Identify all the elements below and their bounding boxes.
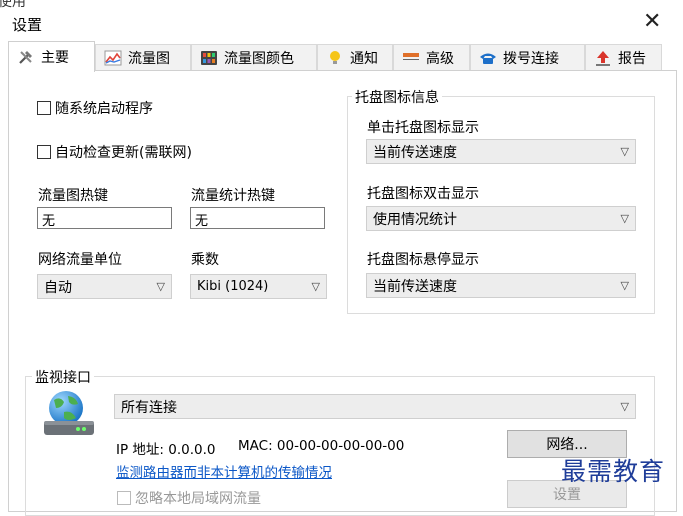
tab-report-label: 报告 — [618, 51, 646, 67]
tray-group-title: 托盘图标信息 — [352, 87, 442, 107]
tab-main[interactable]: 主要 — [8, 41, 95, 72]
chevron-down-icon: ▽ — [620, 212, 629, 225]
interface-select[interactable]: 所有连接 ▽ — [114, 394, 636, 419]
tab-graph-colors-label: 流量图颜色 — [224, 51, 294, 67]
double-click-value: 使用情况统计 — [373, 211, 457, 228]
chevron-down-icon: ▽ — [620, 400, 629, 413]
line-chart-icon — [104, 50, 122, 66]
update-checkbox[interactable]: 自动检查更新(需联网) — [37, 142, 192, 162]
upload-arrow-icon — [594, 50, 612, 66]
multiplier-select[interactable]: Kibi (1024) ▽ — [190, 274, 327, 299]
update-label: 自动检查更新(需联网) — [55, 145, 192, 161]
monitor-group-title: 监视接口 — [32, 367, 94, 387]
router-monitor-link[interactable]: 监测路由器而非本计算机的传输情况 — [116, 461, 332, 481]
ip-address: IP 地址: 0.0.0.0 — [116, 442, 216, 458]
stats-hotkey-field[interactable]: 无 — [190, 207, 325, 229]
update-checkbox-box[interactable] — [37, 145, 51, 159]
double-click-label: 托盘图标双击显示 — [367, 186, 479, 202]
mac-address: MAC: 00-00-00-00-00-00 — [238, 438, 405, 454]
tab-graph-colors[interactable]: 流量图颜色 — [191, 44, 317, 71]
tab-report[interactable]: 报告 — [585, 44, 662, 71]
advanced-icon — [402, 50, 420, 66]
tab-main-label: 主要 — [41, 50, 69, 66]
multiplier-label: 乘数 — [191, 252, 219, 268]
hover-value: 当前传送速度 — [373, 278, 457, 295]
tab-dialup-label: 拨号连接 — [503, 51, 559, 67]
single-click-select[interactable]: 当前传送速度 ▽ — [366, 139, 636, 164]
color-grid-icon — [200, 50, 218, 66]
startup-label: 随系统启动程序 — [55, 101, 153, 117]
ignore-lan-checkbox-box[interactable] — [117, 491, 131, 505]
ignore-lan-checkbox[interactable]: 忽略本地局域网流量 — [117, 488, 261, 508]
unit-label: 网络流量单位 — [38, 252, 122, 268]
double-click-select[interactable]: 使用情况统计 ▽ — [366, 206, 636, 231]
interface-value: 所有连接 — [121, 399, 177, 416]
cropped-top-text: 使用 — [0, 0, 26, 8]
network-globe-icon — [40, 388, 98, 440]
chevron-down-icon: ▽ — [620, 279, 629, 292]
tab-graph-label: 流量图 — [128, 51, 170, 67]
close-icon[interactable]: ✕ — [643, 10, 661, 34]
hover-label: 托盘图标悬停显示 — [367, 252, 479, 268]
tab-advanced[interactable]: 高级 — [393, 44, 470, 71]
unit-select-value: 自动 — [44, 279, 72, 296]
chevron-down-icon: ▽ — [311, 280, 320, 293]
startup-checkbox[interactable]: 随系统启动程序 — [37, 98, 153, 118]
ignore-lan-label: 忽略本地局域网流量 — [135, 491, 261, 507]
tab-advanced-label: 高级 — [426, 51, 454, 67]
chevron-down-icon: ▽ — [156, 280, 165, 293]
stats-hotkey-label: 流量统计热键 — [191, 188, 275, 204]
tab-bar: 主要 流量图 流量图颜色 通知 高级 拨号连接 报告 — [8, 41, 675, 72]
chevron-down-icon: ▽ — [620, 145, 629, 158]
unit-select[interactable]: 自动 ▽ — [37, 274, 172, 299]
multiplier-select-value: Kibi (1024) — [197, 279, 269, 294]
graph-hotkey-field[interactable]: 无 — [37, 207, 172, 229]
graph-hotkey-label: 流量图热键 — [38, 188, 108, 204]
tab-notify[interactable]: 通知 — [317, 44, 393, 71]
tab-dialup[interactable]: 拨号连接 — [470, 44, 585, 71]
single-click-value: 当前传送速度 — [373, 144, 457, 161]
hover-select[interactable]: 当前传送速度 ▽ — [366, 273, 636, 298]
watermark-logo: 最需教育 — [561, 457, 666, 486]
lightbulb-icon — [326, 50, 344, 66]
telephone-icon — [479, 50, 497, 66]
window-title: 设置 — [12, 16, 43, 34]
tab-notify-label: 通知 — [350, 51, 378, 67]
tools-icon — [17, 49, 35, 65]
single-click-label: 单击托盘图标显示 — [367, 120, 479, 136]
tab-graph[interactable]: 流量图 — [95, 44, 191, 71]
startup-checkbox-box[interactable] — [37, 101, 51, 115]
